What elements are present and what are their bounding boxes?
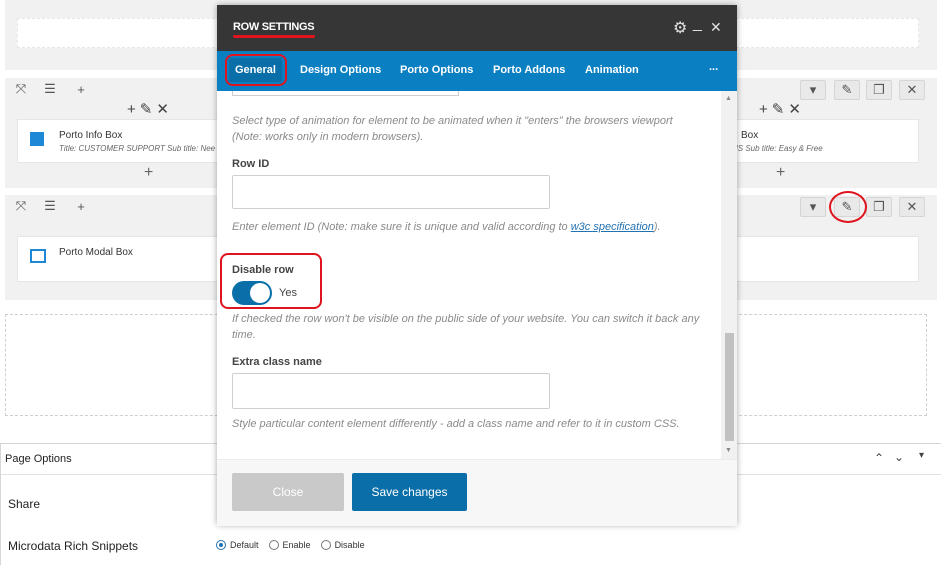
row-settings-modal: ROW SETTINGS ⚙ _ ✕ General Design Option… (217, 5, 737, 526)
radio-button[interactable] (268, 540, 279, 550)
save-changes-button[interactable]: Save changes (352, 473, 467, 511)
tab-more-icon[interactable]: ... (709, 61, 718, 73)
radio-disable[interactable]: Disable (320, 540, 365, 550)
annotation-circle-edit (829, 191, 867, 223)
modal-footer: Close Save changes (217, 459, 737, 526)
animation-select[interactable] (232, 91, 459, 96)
modal-scrollbar[interactable]: ▲ ▼ (721, 91, 737, 459)
microdata-radio-group: Default Enable Disable (216, 540, 375, 550)
w3c-specification-link[interactable]: w3c specification (571, 221, 654, 233)
row-id-input[interactable] (232, 175, 550, 209)
radio-default-label: Default (230, 540, 259, 550)
info-box-title: Porto Info Box (59, 130, 123, 141)
modal-title: ROW SETTINGS (233, 21, 315, 33)
minimize-icon[interactable]: _ (693, 15, 702, 33)
radio-enable[interactable]: Enable (268, 540, 311, 550)
row-drag-handle-icon[interactable]: ⤧ (9, 197, 33, 215)
info-box-subtitle: Title: CUSTOMER SUPPORT Sub title: Nee (59, 144, 216, 153)
collapse-up-icon[interactable]: ⌃ (874, 451, 884, 465)
scroll-down-icon[interactable]: ▼ (725, 447, 732, 454)
add-element-icon-right[interactable]: + (776, 164, 785, 182)
row-id-label: Row ID (232, 158, 270, 170)
row-clone-icon[interactable]: ❐ (866, 197, 892, 217)
row-layout-icon[interactable]: ☰ (38, 80, 62, 98)
collapse-down-icon[interactable]: ⌄ (894, 450, 904, 464)
page-options-title: Page Options (5, 453, 72, 465)
right-box-title: Box (741, 130, 759, 141)
extra-class-input[interactable] (232, 373, 550, 409)
row-id-help-prefix: Enter element ID (Note: make sure it is … (232, 221, 571, 233)
right-box-subtitle: NS Sub title: Easy & Free (732, 144, 823, 153)
column-tools-right[interactable]: +✎✕ (759, 100, 805, 118)
row-delete-icon[interactable]: ✕ (899, 80, 925, 100)
row-id-help-text: Enter element ID (Note: make sure it is … (232, 219, 702, 235)
info-box-icon (30, 132, 44, 146)
annotation-box-general (225, 54, 287, 86)
row-id-help-suffix: ). (653, 221, 661, 233)
tab-porto-options[interactable]: Porto Options (400, 64, 473, 76)
row-toggle-icon[interactable]: ▾ (800, 80, 826, 100)
close-button[interactable]: Close (232, 473, 344, 511)
row-toggle-icon[interactable]: ▾ (800, 197, 826, 217)
radio-button-selected[interactable] (216, 540, 226, 550)
extra-class-help-text: Style particular content element differe… (232, 418, 680, 430)
tab-animation[interactable]: Animation (585, 64, 639, 76)
share-label: Share (8, 497, 41, 511)
modal-box-title: Porto Modal Box (59, 247, 133, 258)
radio-button[interactable] (320, 540, 331, 550)
close-icon[interactable]: ✕ (710, 19, 722, 36)
add-element-icon[interactable]: + (144, 164, 153, 182)
add-column-icon[interactable]: + (69, 80, 93, 98)
scroll-up-icon[interactable]: ▲ (725, 95, 732, 102)
annotation-box-disable-row (220, 253, 322, 309)
tab-bar: General Design Options Porto Options Por… (217, 51, 737, 91)
row-edit-icon[interactable]: ✎ (834, 80, 860, 100)
modal-header: ROW SETTINGS ⚙ _ ✕ (217, 5, 737, 51)
row-layout-icon[interactable]: ☰ (38, 197, 62, 215)
radio-disable-label: Disable (334, 540, 365, 550)
extra-class-label: Extra class name (232, 356, 322, 368)
add-column-icon[interactable]: + (69, 197, 93, 215)
radio-default[interactable]: Default (216, 540, 259, 550)
column-tools[interactable]: +✎✕ (127, 100, 173, 118)
row-delete-icon[interactable]: ✕ (899, 197, 925, 217)
modal-body: Select type of animation for element to … (217, 91, 721, 459)
modal-box-icon (30, 249, 46, 263)
gear-icon[interactable]: ⚙ (673, 18, 687, 38)
row-clone-icon[interactable]: ❐ (866, 80, 892, 100)
animation-help-text: Select type of animation for element to … (232, 115, 673, 143)
tab-porto-addons[interactable]: Porto Addons (493, 64, 565, 76)
tab-design-options[interactable]: Design Options (300, 64, 381, 76)
row-drag-handle-icon[interactable]: ⤧ (9, 80, 33, 98)
disable-row-help-text: If checked the row won't be visible on t… (232, 313, 700, 341)
annotation-underline-title (233, 35, 315, 38)
radio-enable-label: Enable (282, 540, 311, 550)
panel-toggle-icon[interactable]: ▾ (919, 450, 924, 461)
microdata-label: Microdata Rich Snippets (8, 539, 139, 553)
scroll-thumb[interactable] (725, 333, 734, 441)
